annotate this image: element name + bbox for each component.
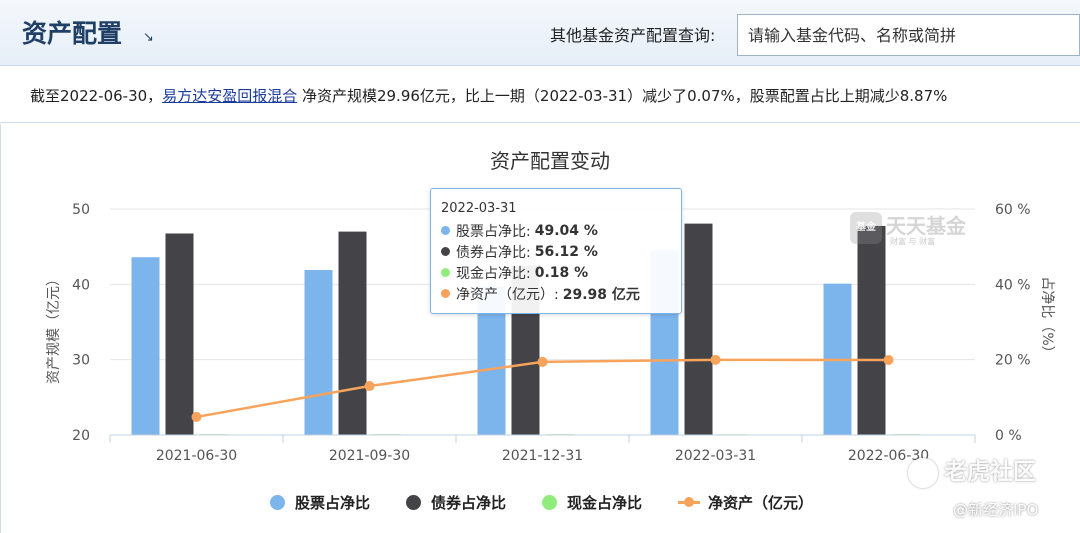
x-tick-label: 2021-06-30	[156, 448, 237, 464]
tooltip-row-net: 净资产（亿元）: 29.98 亿元	[441, 283, 671, 304]
y-axis-label-right: 占净比（%）	[1039, 276, 1055, 359]
tooltip-row-stock: 股票占净比: 49.04 %	[441, 220, 671, 241]
tooltip-row-bond: 债券占净比: 56.12 %	[441, 241, 671, 262]
chart-title: 资产配置变动	[490, 149, 610, 173]
tiantian-logo-icon: 基金	[850, 211, 882, 244]
y-axis-label-left: 资产规模（亿元）	[46, 272, 62, 384]
bar-1-0[interactable]	[165, 233, 194, 435]
x-tick-label: 2022-03-31	[675, 448, 756, 464]
right-tick-label: 40 %	[995, 277, 1031, 293]
net-legend-icon	[678, 497, 701, 507]
tooltip-label: 股票占净比:	[456, 223, 531, 240]
tiger-community-watermark: 老虎社区	[908, 452, 1036, 488]
legend-label: 股票占净比	[295, 494, 371, 512]
tooltip-row-cash: 现金占净比: 0.18 %	[441, 262, 671, 283]
ipo-watermark: @新经济IPO	[953, 501, 1039, 519]
tooltip-label: 净资产（亿元）:	[456, 286, 559, 303]
net-asset-point-3[interactable]	[710, 354, 721, 365]
net-asset-polyline	[196, 358, 889, 419]
legend-item-bond[interactable]: 债券占净比	[406, 492, 506, 513]
legend-label: 现金占净比	[567, 494, 643, 512]
tooltip-label: 债券占净比:	[456, 244, 531, 261]
chart-legend: 股票占净比 债券占净比 现金占净比 净资产（亿元）	[270, 492, 849, 513]
right-tick-label: 0 %	[995, 428, 1022, 444]
tooltip-label: 现金占净比:	[456, 265, 531, 282]
tiger-logo-icon	[908, 457, 938, 488]
tooltip-value: 49.04 %	[534, 222, 598, 239]
left-tick-label: 30	[72, 353, 90, 369]
net-asset-point-2[interactable]	[537, 356, 548, 367]
cash-dot-icon	[441, 268, 450, 277]
x-tick-label: 2021-12-31	[502, 448, 583, 464]
bond-dot-icon	[441, 247, 450, 256]
tiantian-brand-text: 天天基金	[886, 214, 966, 238]
right-tick-label: 20 %	[995, 353, 1031, 369]
legend-item-stock[interactable]: 股票占净比	[270, 492, 370, 513]
legend-item-cash[interactable]: 现金占净比	[542, 492, 642, 513]
tooltip-value: 0.18 %	[534, 264, 589, 281]
tooltip-date: 2022-03-31	[441, 201, 517, 216]
net-asset-point-0[interactable]	[191, 411, 202, 422]
bar-0-1[interactable]	[304, 270, 333, 435]
bar-0-0[interactable]	[131, 257, 160, 435]
bond-legend-icon	[406, 495, 422, 510]
legend-item-net[interactable]: 净资产（亿元）	[678, 492, 813, 513]
legend-label: 债券占净比	[431, 494, 507, 512]
net-asset-line	[191, 354, 894, 422]
cash-legend-icon	[542, 495, 558, 510]
bar-1-1[interactable]	[338, 231, 367, 435]
asset-allocation-page: 资产配置 ↘ 其他基金资产配置查询: 截至2022-06-30，易方达安盈回报混…	[0, 0, 1080, 533]
stock-dot-icon	[441, 226, 450, 235]
stock-legend-icon	[270, 495, 285, 510]
left-tick-label: 50	[72, 202, 90, 218]
bar-1-4[interactable]	[857, 225, 886, 435]
tiger-watermark-text: 老虎社区	[944, 459, 1036, 485]
tooltip-value: 29.98 亿元	[562, 286, 640, 303]
net-dot-icon	[441, 289, 450, 298]
right-tick-label: 60 %	[995, 202, 1031, 218]
bar-1-3[interactable]	[684, 223, 713, 435]
chart-tooltip: 2022-03-31 股票占净比: 49.04 % 债券占净比: 56.12 % 现…	[430, 188, 682, 314]
x-tick-label: 2021-09-30	[329, 448, 410, 464]
net-asset-point-4[interactable]	[883, 354, 894, 365]
tooltip-value: 56.12 %	[534, 243, 598, 260]
left-tick-label: 20	[72, 428, 90, 444]
legend-label: 净资产（亿元）	[708, 494, 814, 512]
tiantian-watermark-sub: 财富 与 财富	[890, 237, 936, 246]
net-asset-point-1[interactable]	[364, 381, 375, 392]
left-tick-label: 40	[72, 277, 90, 293]
